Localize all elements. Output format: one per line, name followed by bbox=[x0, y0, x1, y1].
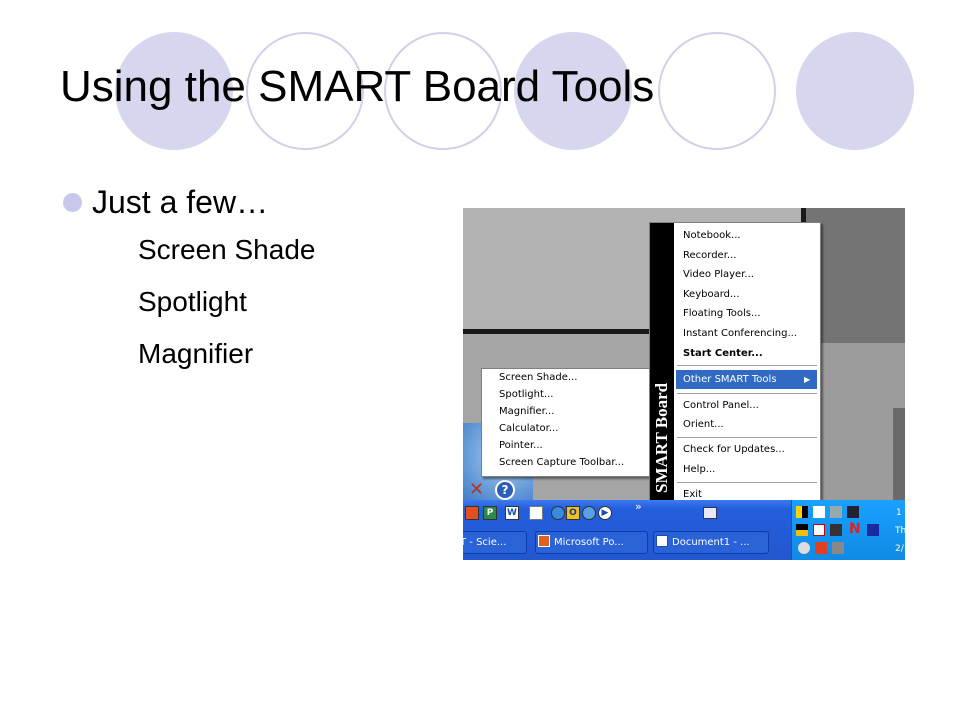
decorative-ring bbox=[658, 32, 776, 150]
tray-icon[interactable] bbox=[796, 506, 808, 518]
bullet-dot-icon bbox=[63, 193, 82, 212]
menu-item-control-panel[interactable]: Control Panel... bbox=[683, 400, 759, 412]
publisher-icon[interactable]: P bbox=[483, 506, 497, 520]
tray-icon[interactable] bbox=[796, 524, 808, 536]
menu-separator bbox=[677, 393, 817, 394]
menu-item-instant-conferencing[interactable]: Instant Conferencing... bbox=[683, 328, 797, 340]
powerpoint-icon bbox=[538, 535, 550, 547]
paint-icon[interactable] bbox=[529, 506, 543, 520]
taskbar-button[interactable]: Microsoft Po... bbox=[535, 531, 648, 554]
menu-separator bbox=[677, 482, 817, 483]
taskbar-button[interactable]: Document1 - ... bbox=[653, 531, 769, 554]
chevron-icon[interactable]: » bbox=[635, 500, 642, 513]
menu-item-magnifier[interactable]: Magnifier... bbox=[499, 406, 554, 418]
tray-icon[interactable] bbox=[815, 542, 827, 554]
help-icon[interactable]: ? bbox=[495, 480, 515, 500]
smart-board-logo: SMART Board bbox=[652, 382, 671, 493]
tray-icon[interactable] bbox=[832, 542, 844, 554]
bullet-item: Just a few… bbox=[60, 180, 315, 224]
tray-icon[interactable] bbox=[813, 506, 825, 518]
n-icon[interactable]: N bbox=[849, 521, 861, 537]
menu-separator bbox=[677, 365, 817, 366]
tray-icon[interactable] bbox=[813, 524, 825, 536]
menu-item-screen-capture-toolbar[interactable]: Screen Capture Toolbar... bbox=[499, 457, 624, 469]
tray-icon[interactable] bbox=[830, 524, 842, 536]
outlook-icon[interactable]: O bbox=[566, 506, 580, 520]
sub-bullet-text: Screen Shade bbox=[138, 234, 316, 265]
smart-board-tray-icon[interactable] bbox=[703, 507, 717, 519]
taskbar-button-label: Microsoft Po... bbox=[554, 537, 624, 548]
menu-item-other-smart-tools[interactable]: Other SMART Tools bbox=[683, 374, 777, 386]
menu-item-notebook[interactable]: Notebook... bbox=[683, 230, 741, 242]
sub-bullet-item: Screen Shade bbox=[60, 224, 315, 276]
window-border bbox=[893, 408, 905, 503]
word-icon[interactable]: W bbox=[505, 506, 519, 520]
menu-item-help[interactable]: Help... bbox=[683, 464, 715, 476]
bullet-list: Just a few… Screen Shade Spotlight Magni… bbox=[60, 180, 315, 380]
sub-bullet-text: Magnifier bbox=[138, 338, 254, 369]
tray-icon[interactable] bbox=[847, 506, 859, 518]
internet-icon[interactable] bbox=[582, 506, 596, 520]
menu-item-recorder[interactable]: Recorder... bbox=[683, 250, 736, 262]
menu-item-calculator[interactable]: Calculator... bbox=[499, 423, 558, 435]
menu-item-spotlight[interactable]: Spotlight... bbox=[499, 389, 553, 401]
menu-item-video-player[interactable]: Video Player... bbox=[683, 269, 754, 281]
media-player-icon[interactable]: ▶ bbox=[598, 506, 612, 520]
bullet-text: Just a few… bbox=[92, 184, 269, 220]
slide-title: Using the SMART Board Tools bbox=[60, 62, 655, 111]
tray-icon[interactable] bbox=[867, 524, 879, 536]
sub-bullet-item: Magnifier bbox=[60, 328, 315, 380]
screenshot-image: ✕ ? Screen Shade... Spotlight... Magnifi… bbox=[463, 208, 905, 560]
clock-line: Th bbox=[895, 526, 905, 536]
taskbar-button-label: T - Scie... bbox=[463, 537, 507, 548]
menu-item-start-center[interactable]: Start Center... bbox=[683, 348, 763, 360]
clock-line: 1 bbox=[896, 508, 902, 518]
menu-item-floating-tools[interactable]: Floating Tools... bbox=[683, 308, 761, 320]
refresh-icon[interactable] bbox=[551, 506, 565, 520]
taskbar-button[interactable]: T - Scie... bbox=[463, 531, 527, 554]
menu-separator bbox=[677, 437, 817, 438]
close-icon[interactable]: ✕ bbox=[469, 480, 491, 500]
submenu-arrow-icon: ▶ bbox=[804, 375, 811, 384]
menu-item-orient[interactable]: Orient... bbox=[683, 419, 724, 431]
sub-bullet-text: Spotlight bbox=[138, 286, 247, 317]
menu-item-screen-shade[interactable]: Screen Shade... bbox=[499, 372, 577, 384]
quick-launch-icon[interactable] bbox=[465, 506, 479, 520]
smart-board-menu bbox=[649, 222, 821, 510]
menu-item-check-for-updates[interactable]: Check for Updates... bbox=[683, 444, 785, 456]
menu-item-keyboard[interactable]: Keyboard... bbox=[683, 289, 740, 301]
menu-item-pointer[interactable]: Pointer... bbox=[499, 440, 543, 452]
decorative-circle bbox=[796, 32, 914, 150]
word-doc-icon bbox=[656, 535, 668, 547]
clock-line: 2/ bbox=[895, 544, 904, 554]
taskbar-button-label: Document1 - ... bbox=[672, 537, 750, 548]
sub-bullet-item: Spotlight bbox=[60, 276, 315, 328]
tray-icon[interactable] bbox=[830, 506, 842, 518]
tray-icon[interactable] bbox=[798, 542, 810, 554]
